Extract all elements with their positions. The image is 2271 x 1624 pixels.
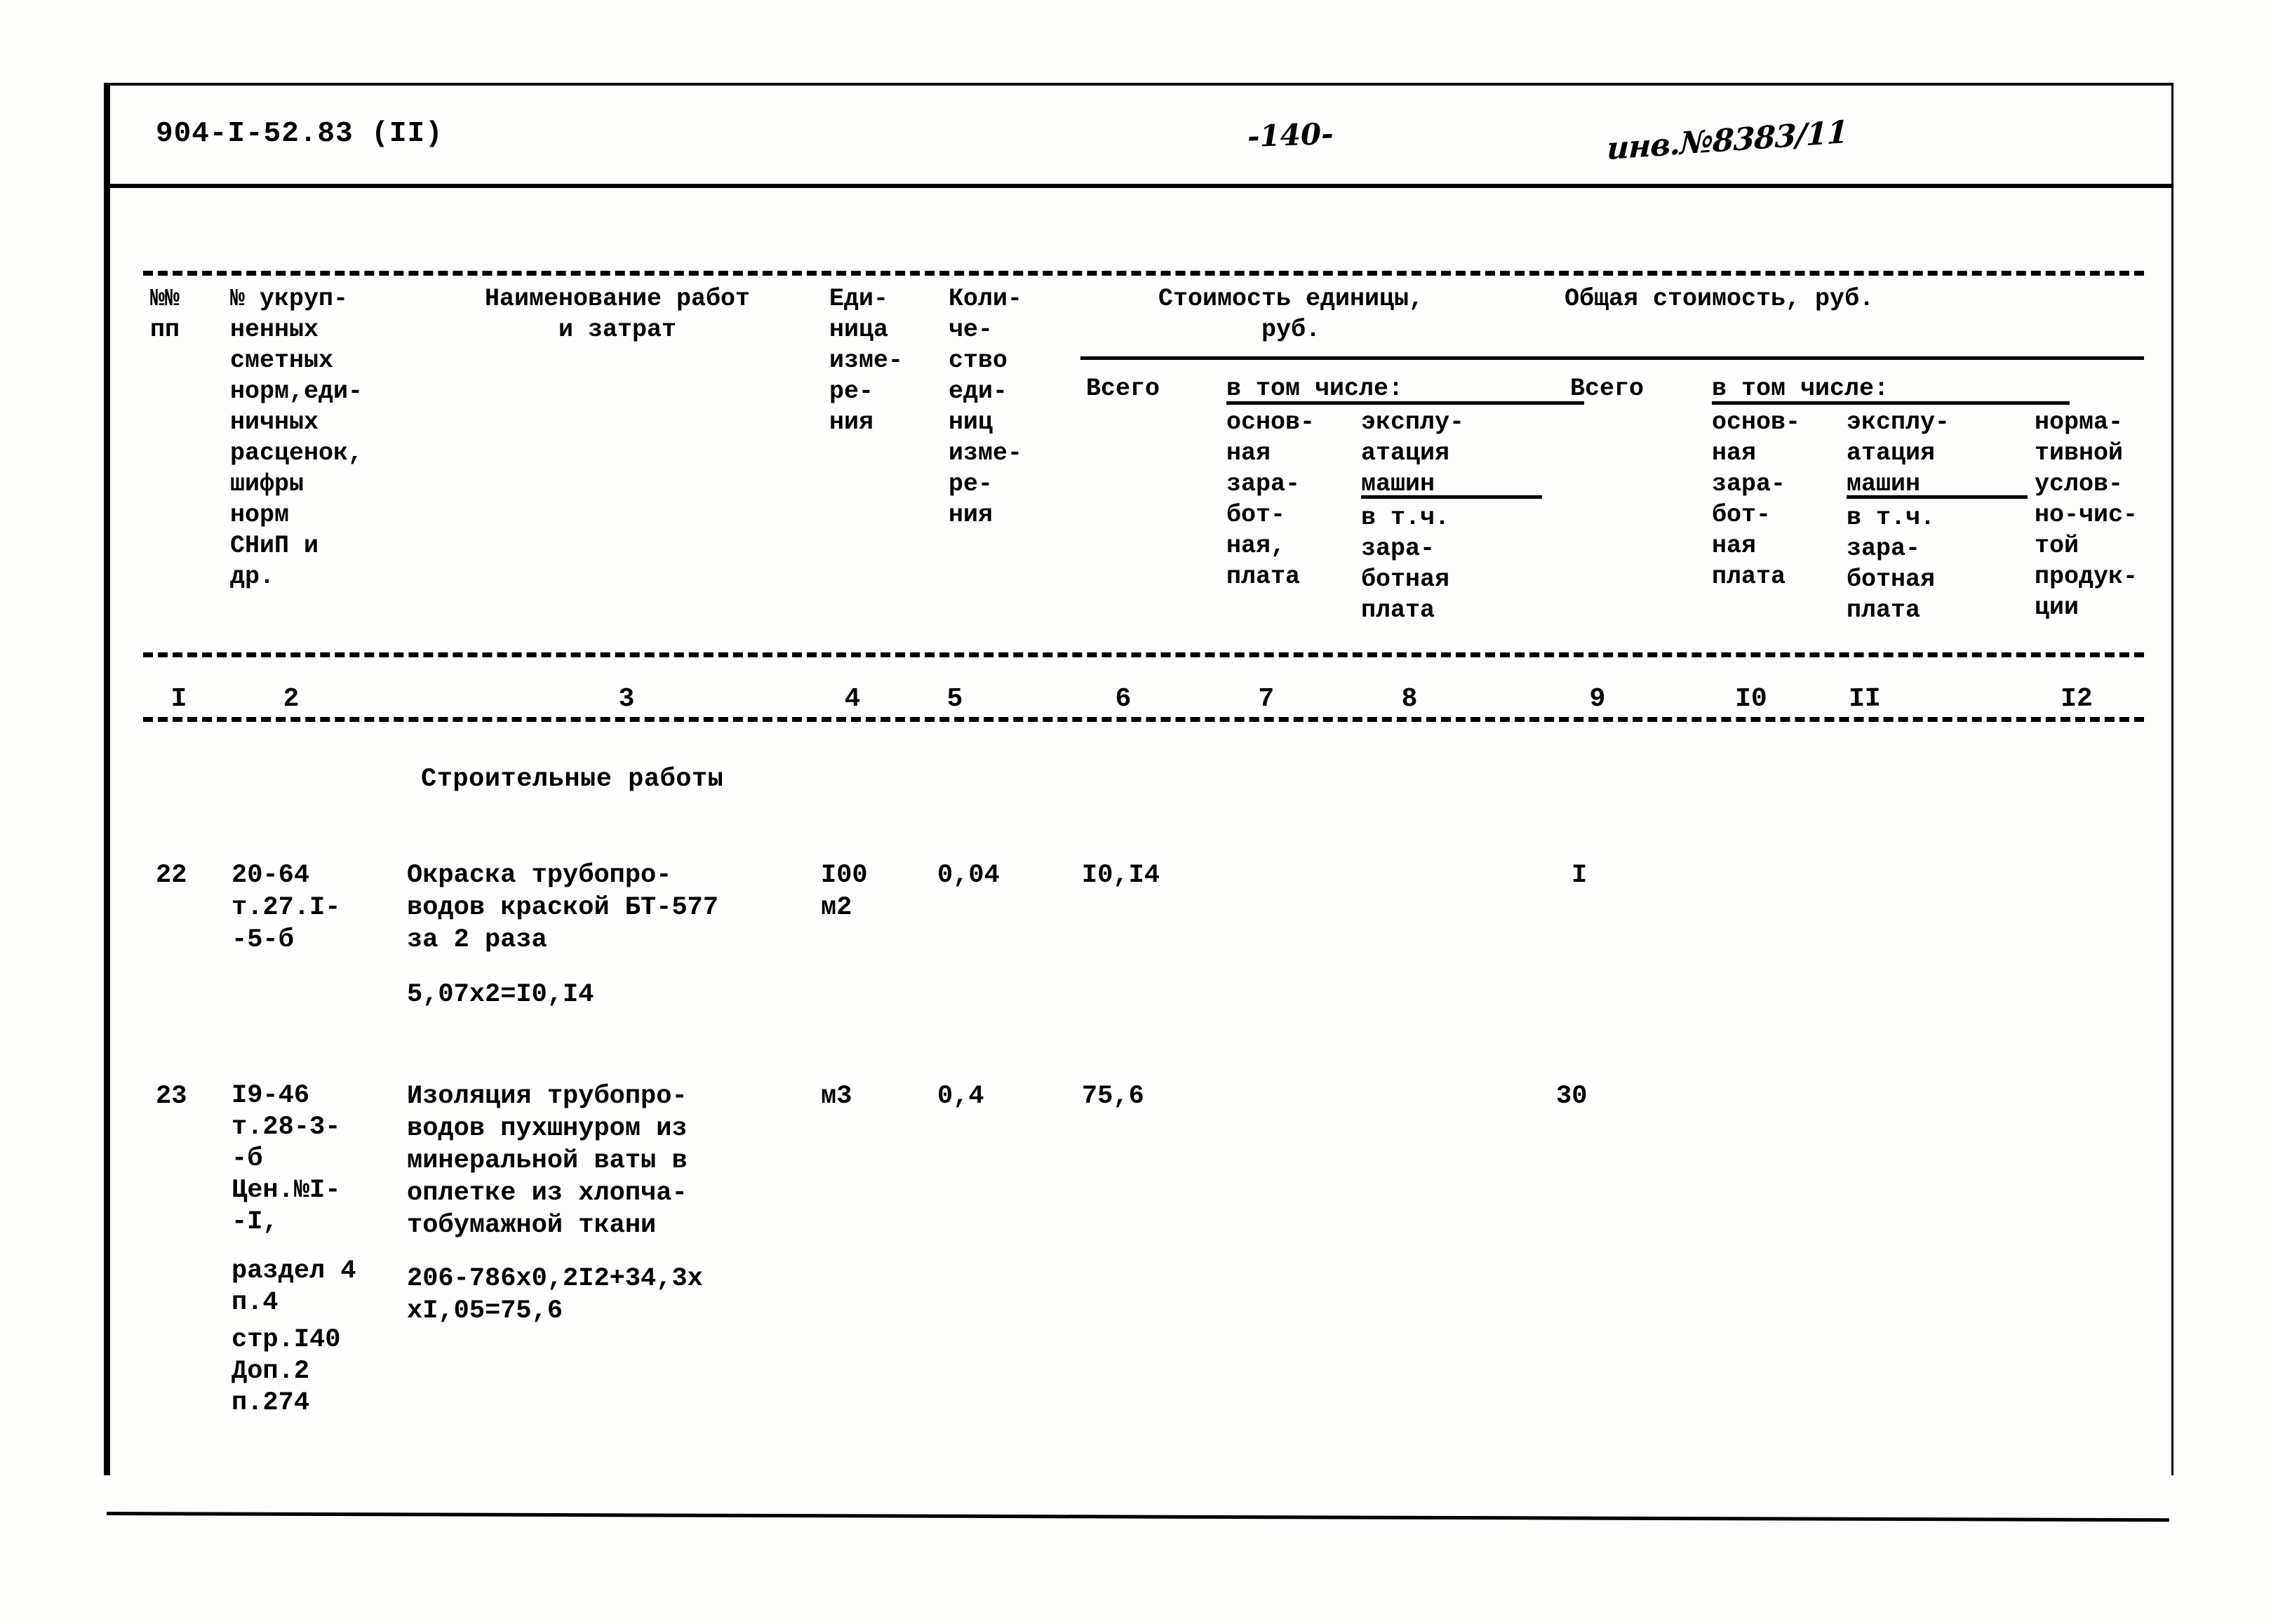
column-header-no: №№ пп (150, 285, 180, 344)
column-number-8: 8 (1401, 683, 1418, 715)
column-header-unit: Еди- ница изме- ре- ния (829, 285, 904, 436)
column-header-grand-machines: эксплу- атация машин (1847, 408, 1950, 498)
row-23-no: 23 (156, 1082, 187, 1111)
row-23-quantity: 0,4 (937, 1082, 984, 1111)
row-23-code-section: раздел 4 п.4 (232, 1256, 356, 1317)
column-number-9: 9 (1589, 683, 1606, 715)
unit-included-underline (1226, 401, 1584, 405)
page-number: -140- (1247, 116, 1334, 154)
header-top-dashed-rule (143, 271, 2144, 276)
column-number-10: I0 (1734, 683, 1768, 715)
column-number-7: 7 (1258, 683, 1275, 715)
column-number-5: 5 (946, 683, 963, 715)
group-header-total-cost: Общая стоимость, руб. (1565, 285, 1875, 313)
total-machines-underline (1847, 495, 2028, 499)
group-header-unit-cost: Стоимость единицы, руб. (1158, 285, 1424, 344)
row-23-unit: м3 (821, 1082, 852, 1111)
row-23-grand-total: 30 (1556, 1082, 1588, 1111)
column-number-2: 2 (283, 683, 300, 715)
row-22-name: Окраска трубопро- водов краской БТ-577 з… (407, 861, 719, 955)
column-header-grand-wage: основ- ная зара- бот- ная плата (1712, 408, 1801, 591)
row-22-quantity: 0,04 (937, 861, 1000, 890)
document-code: 904-I-52.83 (II) (156, 118, 443, 150)
column-number-dashed-rule (143, 717, 2144, 722)
row-23-unit-total: 75,6 (1082, 1082, 1144, 1111)
column-header-unit-wage: основ- ная зара- бот- ная, плата (1226, 408, 1315, 591)
column-header-quantity: Коли- че- ство еди- ниц изме- ре- ния (949, 285, 1023, 529)
column-number-6: 6 (1115, 683, 1132, 715)
unit-cost-included-label: в том числе: (1226, 375, 1404, 403)
row-22-grand-total: I (1572, 861, 1588, 890)
unit-machines-underline (1361, 495, 1542, 499)
column-header-work-name: Наименование работ и затрат (484, 285, 751, 344)
section-title: Строительные работы (421, 765, 724, 794)
scanned-page: 904-I-52.83 (II) -140- инв.№8383/11 №№ п… (0, 0, 2271, 1624)
row-23-code-page: стр.I40 Доп.2 п.274 (232, 1325, 341, 1418)
column-header-unit-machines-wage: в т.ч. зара- ботная плата (1361, 504, 1450, 624)
column-header-norms-code: № укруп- ненных сметных норм,еди- ничных… (230, 285, 363, 591)
row-22-no: 22 (156, 861, 187, 890)
row-23-code: I9-46 т.28-3- -б Цен.№I- -I, (232, 1081, 341, 1237)
column-header-nchp: норма- тивной услов- но-чис- той продук-… (2035, 408, 2138, 622)
column-number-11: II (1848, 683, 1882, 715)
total-cost-group-underline (1565, 356, 2144, 360)
column-header-unit-machines: эксплу- атация машин (1361, 408, 1465, 498)
page-header-separator (105, 184, 2173, 188)
page-frame-bottom-line (106, 1512, 2169, 1522)
row-22-code: 20-64 т.27.I- -5-б (232, 861, 341, 955)
row-22-unit: I00 м2 (821, 861, 868, 922)
column-header-grand-total: Всего (1570, 375, 1644, 403)
column-header-grand-machines-wage: в т.ч. зара- ботная плата (1847, 504, 1936, 624)
unit-cost-group-underline (1080, 356, 1572, 360)
column-number-1: I (170, 683, 187, 715)
row-23-name: Изоляция трубопро- водов пухшнуром из ми… (407, 1082, 688, 1240)
column-number-4: 4 (844, 683, 861, 715)
header-bottom-dashed-rule (143, 652, 2144, 657)
column-number-3: 3 (618, 683, 635, 715)
row-22-calc: 5,07x2=I0,I4 (407, 980, 594, 1009)
row-23-calc: 206-786x0,2I2+34,3x xI,05=75,6 (407, 1264, 703, 1326)
total-cost-included-label: в том числе: (1712, 375, 1889, 403)
row-22-unit-total: I0,I4 (1082, 861, 1160, 890)
column-header-unit-total: Всего (1086, 375, 1160, 403)
column-number-12: I2 (2060, 683, 2094, 715)
total-included-underline (1712, 401, 2070, 405)
